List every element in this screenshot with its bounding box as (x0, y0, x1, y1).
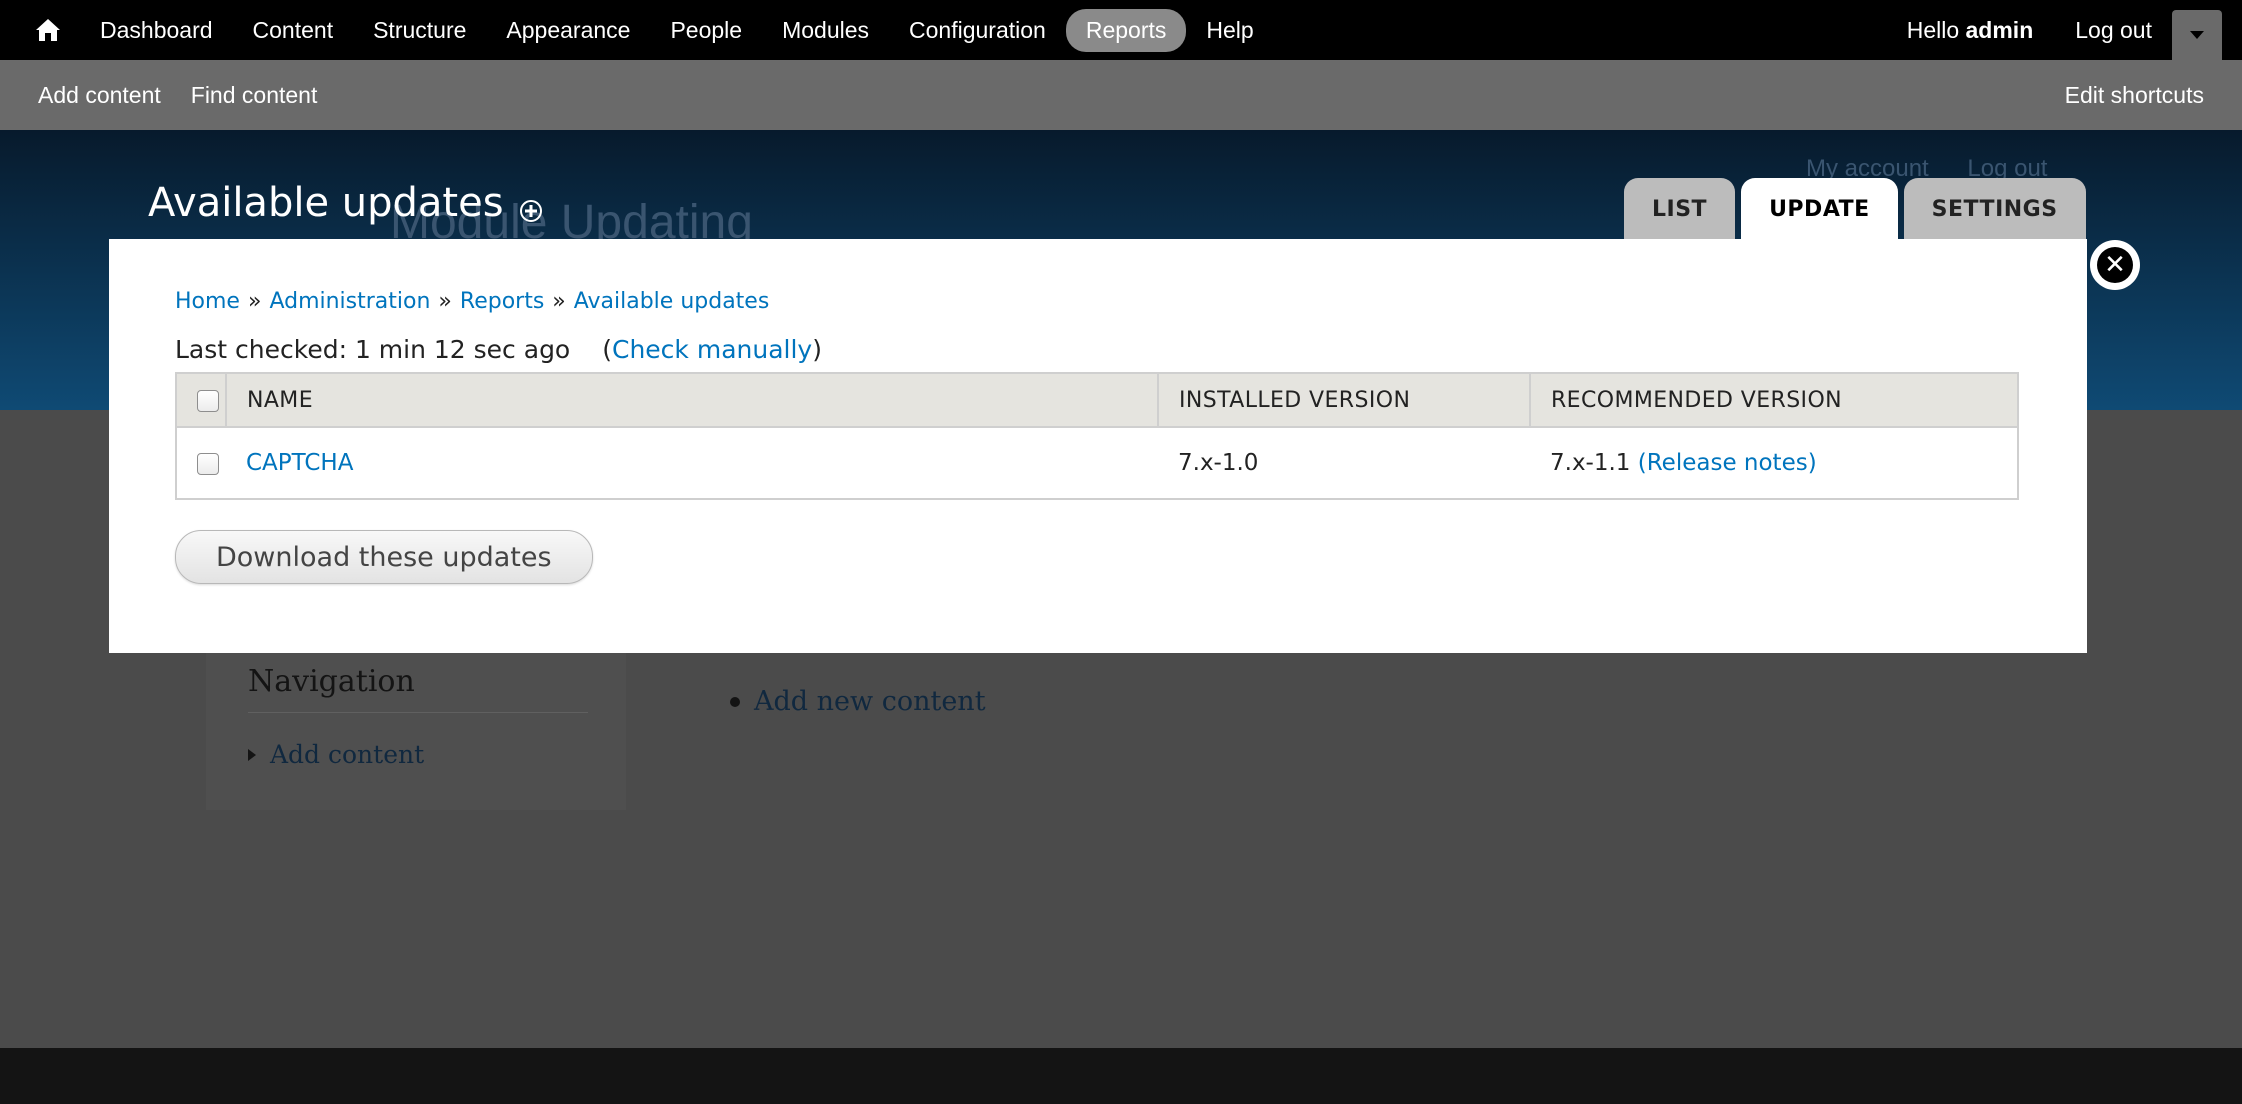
close-icon: ✕ (2097, 247, 2133, 283)
recommended-version: 7.x-1.1 (1550, 450, 1631, 476)
breadcrumb-separator: » (438, 289, 452, 314)
hello-prefix: Hello (1906, 16, 1960, 43)
row-select-cell (176, 427, 226, 499)
toolbar-item-structure[interactable]: Structure (353, 9, 486, 52)
tab-update[interactable]: UPDATE (1741, 178, 1898, 240)
toolbar-item-content[interactable]: Content (233, 9, 354, 52)
username-link[interactable]: admin (1966, 17, 2034, 43)
updates-table: NAME INSTALLED VERSION RECOMMENDED VERSI… (175, 372, 2019, 500)
shortcut-add-content[interactable]: Add content (38, 82, 161, 109)
select-all-checkbox[interactable] (197, 389, 219, 412)
tab-list[interactable]: LIST (1624, 178, 1736, 240)
breadcrumb-administration[interactable]: Administration (269, 289, 430, 314)
recommended-version-cell: 7.x-1.1 (Release notes) (1530, 427, 2018, 499)
shortcut-find-content[interactable]: Find content (191, 82, 318, 109)
chevron-down-icon[interactable] (2172, 10, 2222, 60)
column-header-installed-version: INSTALLED VERSION (1158, 373, 1531, 428)
admin-toolbar: Dashboard Content Structure Appearance P… (0, 0, 2242, 60)
plus-circle-icon[interactable] (518, 198, 544, 224)
table-header-row: NAME INSTALLED VERSION RECOMMENDED VERSI… (176, 373, 2019, 428)
last-checked-line: Last checked: 1 min 12 sec ago (Check man… (175, 335, 822, 364)
nav-item-label: Add content (270, 740, 425, 769)
toolbar-item-people[interactable]: People (650, 9, 762, 52)
breadcrumb-available-updates[interactable]: Available updates (574, 289, 770, 314)
divider (248, 712, 588, 713)
column-header-recommended-version: RECOMMENDED VERSION (1530, 373, 2019, 428)
toolbar-user: Hello admin Log out (1907, 0, 2152, 60)
last-checked-text: Last checked: 1 min 12 sec ago (175, 335, 571, 364)
add-new-content-item[interactable]: Add new content (730, 686, 986, 717)
home-icon[interactable] (28, 12, 68, 48)
close-overlay-button[interactable]: ✕ (2090, 240, 2140, 290)
module-name-link[interactable]: CAPTCHA (246, 450, 353, 476)
toolbar-item-help[interactable]: Help (1186, 9, 1273, 52)
select-all-cell (176, 373, 227, 428)
download-updates-button[interactable]: Download these updates (175, 530, 593, 584)
nav-item-add-content[interactable]: Add content (248, 740, 424, 769)
hello-text: Hello admin (1907, 17, 2034, 44)
release-notes-link[interactable]: (Release notes) (1638, 450, 1817, 476)
add-new-content-link: Add new content (754, 686, 986, 717)
toolbar-item-modules[interactable]: Modules (762, 9, 889, 52)
breadcrumb-home[interactable]: Home (175, 289, 240, 314)
installed-version: 7.x-1.0 (1178, 450, 1259, 476)
toolbar-item-configuration[interactable]: Configuration (889, 9, 1066, 52)
row-checkbox[interactable] (197, 452, 219, 475)
breadcrumb-reports[interactable]: Reports (460, 289, 544, 314)
toolbar-menu: Dashboard Content Structure Appearance P… (80, 0, 1274, 60)
triangle-right-icon (248, 748, 256, 761)
overlay-dialog: Home » Administration » Reports » Available up… (109, 239, 2087, 653)
tab-settings[interactable]: SETTINGS (1903, 178, 2086, 240)
toolbar-item-appearance[interactable]: Appearance (486, 9, 650, 52)
toolbar-item-dashboard[interactable]: Dashboard (80, 9, 233, 52)
navigation-title: Navigation (248, 664, 415, 699)
breadcrumb-separator: » (552, 289, 566, 314)
check-manually-link[interactable]: Check manually (612, 335, 812, 364)
table-row: CAPTCHA 7.x-1.0 7.x-1.1 (Release notes) (176, 427, 2018, 499)
column-header-name[interactable]: NAME (226, 373, 1159, 428)
logout-link[interactable]: Log out (2075, 17, 2152, 44)
breadcrumb-separator: » (247, 289, 262, 314)
toolbar-item-reports[interactable]: Reports (1065, 8, 1187, 52)
page-footer (0, 1048, 2242, 1104)
shortcuts-bar: Add content Find content Edit shortcuts (0, 60, 2242, 130)
page-title: Available updates (148, 180, 504, 226)
breadcrumb: Home » Administration » Reports » Available up… (175, 289, 769, 314)
bullet-icon (730, 696, 740, 707)
module-name-cell: CAPTCHA (226, 427, 1158, 499)
tabs: LIST UPDATE SETTINGS (1624, 176, 2092, 240)
edit-shortcuts-link[interactable]: Edit shortcuts (2065, 60, 2204, 130)
